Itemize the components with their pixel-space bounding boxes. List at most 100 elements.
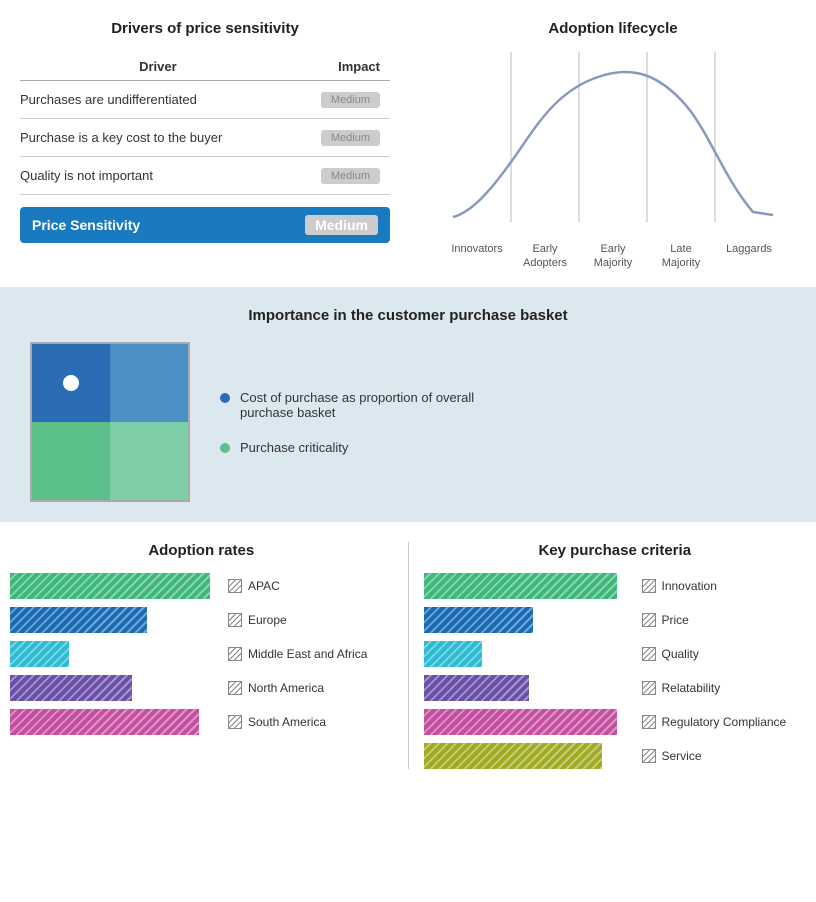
- importance-content: Cost of purchase as proportion of overal…: [30, 342, 786, 502]
- bar-track: [424, 641, 634, 667]
- legend-item: Purchase criticality: [220, 440, 480, 455]
- bar-label: Middle East and Africa: [228, 647, 368, 661]
- phase-labels: Innovators Early Adopters Early Majority La…: [443, 242, 783, 271]
- bar-track: [10, 709, 220, 735]
- bottom-section: Adoption rates APAC Europe Middle East a…: [0, 522, 816, 779]
- bar-row: Quality: [424, 641, 807, 667]
- adoption-panel: Adoption lifecycle Innovators Early Adopt…: [410, 10, 816, 287]
- quadrant-chart: [30, 342, 190, 502]
- phase-label: Innovators: [447, 242, 507, 271]
- purchase-criteria-title: Key purchase criteria: [424, 542, 807, 559]
- bar-label-text: Quality: [662, 647, 699, 661]
- phase-label: Early Majority: [583, 242, 643, 271]
- bar-label-text: Price: [662, 613, 689, 627]
- legend-item: Cost of purchase as proportion of overal…: [220, 390, 480, 420]
- bar-label: Europe: [228, 613, 368, 627]
- bar-fill: [10, 709, 199, 735]
- bar-icon: [642, 681, 656, 695]
- drivers-panel: Drivers of price sensitivity Driver Impa…: [0, 10, 410, 287]
- bar-row: Service: [424, 743, 807, 769]
- price-sensitivity-badge: Medium: [305, 215, 378, 235]
- bar-fill: [10, 607, 147, 633]
- bar-label: Quality: [642, 647, 782, 661]
- table-row: Purchase is a key cost to the buyer Medi…: [20, 119, 390, 157]
- drivers-title: Drivers of price sensitivity: [20, 20, 390, 37]
- bar-track: [10, 675, 220, 701]
- bar-fill: [10, 675, 132, 701]
- bar-row: Europe: [10, 607, 393, 633]
- bar-label: APAC: [228, 579, 368, 593]
- bar-label: Price: [642, 613, 782, 627]
- bar-label: South America: [228, 715, 368, 729]
- bar-icon: [642, 579, 656, 593]
- drivers-table: Driver Impact Purchases are undifferenti…: [20, 55, 390, 195]
- bar-label-text: Middle East and Africa: [248, 647, 367, 661]
- bar-track: [424, 743, 634, 769]
- legend-dot: [220, 393, 230, 403]
- bar-fill: [10, 573, 210, 599]
- bar-row: Regulatory Compliance: [424, 709, 807, 735]
- section-divider: [408, 542, 409, 769]
- adoption-curve-svg: [443, 47, 783, 237]
- bar-row: Innovation: [424, 573, 807, 599]
- purchase-criteria-chart: Innovation Price Quality Relatability Re: [424, 573, 807, 769]
- bar-fill: [424, 573, 617, 599]
- quadrant-dot: [63, 375, 79, 391]
- adoption-rates-title: Adoption rates: [10, 542, 393, 559]
- bar-row: Price: [424, 607, 807, 633]
- purchase-criteria-panel: Key purchase criteria Innovation Price Q…: [424, 542, 807, 769]
- driver-cell: Quality is not important: [20, 157, 296, 195]
- phase-label: Early Adopters: [515, 242, 575, 271]
- driver-cell: Purchase is a key cost to the buyer: [20, 119, 296, 157]
- bar-label-text: South America: [248, 715, 326, 729]
- phase-label: Laggards: [719, 242, 779, 271]
- bar-track: [424, 573, 634, 599]
- bar-label: Service: [642, 749, 782, 763]
- bar-track: [10, 607, 220, 633]
- legend-text: Cost of purchase as proportion of overal…: [240, 390, 480, 420]
- bar-fill: [424, 641, 483, 667]
- legend-text: Purchase criticality: [240, 440, 348, 455]
- bar-label-text: Innovation: [662, 579, 717, 593]
- importance-title: Importance in the customer purchase bask…: [30, 307, 786, 324]
- bar-label: Relatability: [642, 681, 782, 695]
- bar-track: [10, 641, 220, 667]
- table-row: Purchases are undifferentiated Medium: [20, 81, 390, 119]
- col-impact-header: Impact: [296, 55, 390, 81]
- impact-cell: Medium: [296, 157, 390, 195]
- quadrant-bottom-right: [110, 422, 188, 500]
- bar-icon: [228, 647, 242, 661]
- bar-fill: [424, 607, 533, 633]
- bar-icon: [228, 681, 242, 695]
- bar-row: APAC: [10, 573, 393, 599]
- bar-track: [424, 709, 634, 735]
- bar-fill: [424, 743, 603, 769]
- table-row: Quality is not important Medium: [20, 157, 390, 195]
- impact-cell: Medium: [296, 119, 390, 157]
- quadrant-top-right: [110, 344, 188, 422]
- bar-label-text: Regulatory Compliance: [662, 715, 787, 729]
- quadrant-top-left: [32, 344, 110, 422]
- bar-icon: [642, 715, 656, 729]
- driver-cell: Purchases are undifferentiated: [20, 81, 296, 119]
- bar-label: Innovation: [642, 579, 782, 593]
- price-sensitivity-label: Price Sensitivity: [32, 217, 140, 233]
- col-driver-header: Driver: [20, 55, 296, 81]
- adoption-title: Adoption lifecycle: [420, 20, 806, 37]
- bar-row: Middle East and Africa: [10, 641, 393, 667]
- bar-icon: [642, 613, 656, 627]
- adoption-rates-panel: Adoption rates APAC Europe Middle East a…: [10, 542, 393, 769]
- bar-label-text: Relatability: [662, 681, 721, 695]
- bar-icon: [642, 749, 656, 763]
- impact-cell: Medium: [296, 81, 390, 119]
- adoption-chart: Innovators Early Adopters Early Majority La…: [443, 47, 783, 277]
- bar-row: Relatability: [424, 675, 807, 701]
- price-sensitivity-row[interactable]: Price Sensitivity Medium: [20, 207, 390, 243]
- bar-row: North America: [10, 675, 393, 701]
- bar-label-text: Service: [662, 749, 702, 763]
- bar-label-text: North America: [248, 681, 324, 695]
- bar-fill: [424, 675, 529, 701]
- bar-label-text: APAC: [248, 579, 280, 593]
- adoption-rates-chart: APAC Europe Middle East and Africa North…: [10, 573, 393, 735]
- bar-track: [10, 573, 220, 599]
